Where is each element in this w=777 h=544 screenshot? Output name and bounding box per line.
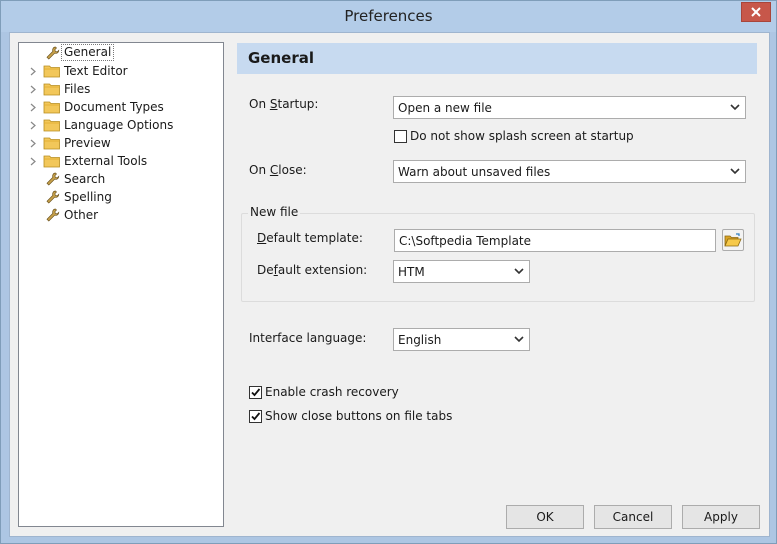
tree-item-search[interactable]: Search: [19, 170, 219, 188]
preferences-window: Preferences General Text Editor Files Docum…: [0, 0, 777, 544]
expand-arrow-icon[interactable]: [29, 62, 37, 80]
chevron-down-icon: [514, 336, 524, 343]
interface-language-label: Interface language:: [249, 331, 367, 345]
tree-item-label: General: [61, 44, 115, 61]
browse-template-button[interactable]: [722, 229, 744, 251]
dialog-body: General Text Editor Files Document Types Lan…: [9, 32, 770, 537]
on-close-label: On Close:: [249, 163, 307, 177]
tree-item-label: Text Editor: [64, 64, 128, 78]
tree-item-language-options[interactable]: Language Options: [19, 116, 219, 134]
default-extension-value: HTM: [398, 265, 425, 279]
tree-item-document-types[interactable]: Document Types: [19, 98, 219, 116]
splash-label: Do not show splash screen at startup: [410, 129, 634, 143]
folder-icon: [43, 117, 61, 133]
interface-language-value: English: [398, 333, 442, 347]
on-close-select[interactable]: Warn about unsaved files: [393, 160, 746, 183]
expand-arrow-icon[interactable]: [29, 116, 37, 134]
default-template-label: Default template:: [257, 231, 363, 245]
chevron-down-icon: [730, 168, 740, 175]
default-extension-select[interactable]: HTM: [393, 260, 530, 283]
expand-arrow-icon[interactable]: [29, 80, 37, 98]
on-close-value: Warn about unsaved files: [398, 165, 551, 179]
splash-checkbox[interactable]: [394, 130, 407, 143]
wrench-icon: [43, 45, 61, 61]
close-buttons-checkbox[interactable]: [249, 410, 262, 423]
tree-item-other[interactable]: Other: [19, 206, 219, 224]
expand-arrow-icon[interactable]: [29, 98, 37, 116]
checkmark-icon: [251, 388, 261, 397]
window-title: Preferences: [344, 7, 433, 25]
tree-item-label: Other: [64, 208, 99, 222]
cancel-button[interactable]: Cancel: [594, 505, 672, 529]
close-buttons-label: Show close buttons on file tabs: [265, 409, 453, 423]
chevron-down-icon: [514, 268, 524, 275]
expand-arrow-icon[interactable]: [29, 134, 37, 152]
on-startup-value: Open a new file: [398, 101, 492, 115]
tree-item-label: External Tools: [64, 154, 148, 168]
open-folder-icon: [724, 232, 742, 246]
title-bar: Preferences: [1, 1, 776, 32]
folder-icon: [43, 153, 61, 169]
on-startup-label: On Startup:: [249, 97, 319, 111]
folder-icon: [43, 81, 61, 97]
tree-item-label: Preview: [64, 136, 111, 150]
tree-item-label: Search: [64, 172, 106, 186]
panel-header: General: [237, 43, 757, 74]
ok-button[interactable]: OK: [506, 505, 584, 529]
tree-item-label: Files: [64, 82, 91, 96]
default-extension-label: Default extension:: [257, 263, 368, 277]
folder-icon: [43, 63, 61, 79]
tree-item-files[interactable]: Files: [19, 80, 219, 98]
page-title: General: [248, 49, 314, 67]
on-startup-select[interactable]: Open a new file: [393, 96, 746, 119]
folder-icon: [43, 99, 61, 115]
tree-item-external-tools[interactable]: External Tools: [19, 152, 219, 170]
crash-recovery-label: Enable crash recovery: [265, 385, 399, 399]
crash-recovery-checkbox[interactable]: [249, 386, 262, 399]
wrench-icon: [43, 171, 61, 187]
close-icon: [751, 7, 761, 17]
window-close-button[interactable]: [741, 2, 771, 22]
default-template-input[interactable]: [395, 230, 715, 251]
tree-item-label: Language Options: [64, 118, 174, 132]
tree-item-preview[interactable]: Preview: [19, 134, 219, 152]
new-file-group-title: New file: [248, 205, 301, 219]
new-file-group: [241, 213, 755, 302]
expand-arrow-icon[interactable]: [29, 152, 37, 170]
checkmark-icon: [251, 412, 261, 421]
tree-item-general[interactable]: General: [19, 44, 219, 62]
tree-item-spelling[interactable]: Spelling: [19, 188, 219, 206]
default-template-field[interactable]: [394, 229, 716, 252]
wrench-icon: [43, 189, 61, 205]
tree-item-text-editor[interactable]: Text Editor: [19, 62, 219, 80]
chevron-down-icon: [730, 104, 740, 111]
apply-button[interactable]: Apply: [682, 505, 760, 529]
tree-item-label: Document Types: [64, 100, 164, 114]
folder-icon: [43, 135, 61, 151]
tree-item-label: Spelling: [64, 190, 112, 204]
wrench-icon: [43, 207, 61, 223]
preferences-tree: General Text Editor Files Document Types Lan…: [18, 42, 224, 527]
interface-language-select[interactable]: English: [393, 328, 530, 351]
